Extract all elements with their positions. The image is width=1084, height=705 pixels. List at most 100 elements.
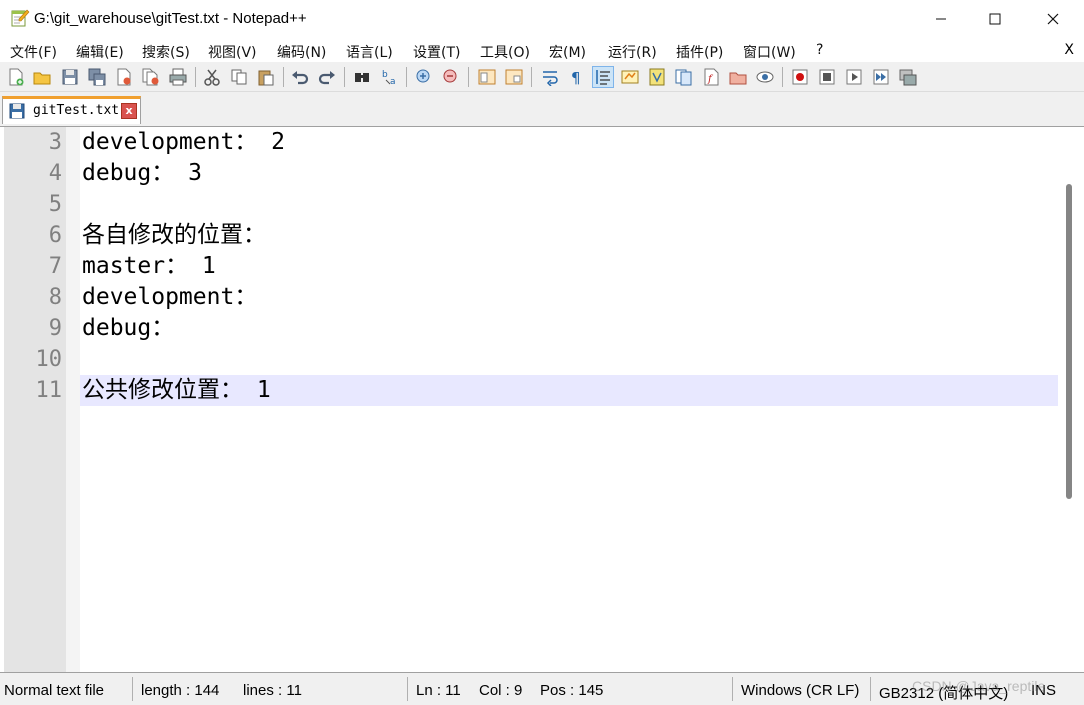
indent-guide-button[interactable] xyxy=(592,66,614,88)
new-file-icon xyxy=(9,68,24,86)
save-macro-button[interactable] xyxy=(897,66,919,88)
show-all-chars-button[interactable]: ¶ xyxy=(565,66,587,88)
user-language-button[interactable] xyxy=(619,66,641,88)
menu-file[interactable]: 文件(F) xyxy=(10,42,57,62)
sync-horizontal-icon xyxy=(505,69,523,85)
copy-button[interactable] xyxy=(228,66,250,88)
menu-edit[interactable]: 编辑(E) xyxy=(76,42,124,62)
copy-icon xyxy=(231,69,247,85)
close-file-button[interactable] xyxy=(113,66,135,88)
zoom-in-button[interactable] xyxy=(413,66,435,88)
status-file-type: Normal text file xyxy=(4,682,105,699)
document-list-button[interactable] xyxy=(673,66,695,88)
find-button[interactable] xyxy=(351,66,373,88)
code-line[interactable]: development： 2 xyxy=(80,127,1058,158)
folder-workspace-button[interactable] xyxy=(727,66,749,88)
notepad-pencil-icon xyxy=(11,9,30,27)
window-title: G:\git_warehouse\gitTest.txt - Notepad++ xyxy=(34,10,307,27)
save-icon xyxy=(62,69,78,85)
save-all-button[interactable] xyxy=(86,66,108,88)
menu-window[interactable]: 窗口(W) xyxy=(743,42,796,62)
menu-encoding[interactable]: 编码(N) xyxy=(277,42,326,62)
vertical-scrollbar[interactable] xyxy=(1058,127,1084,673)
menu-tools[interactable]: 工具(O) xyxy=(480,42,530,62)
zoom-in-icon xyxy=(416,69,430,83)
maximize-icon xyxy=(989,13,1001,25)
menu-language[interactable]: 语言(L) xyxy=(346,42,393,62)
run-macro-multiple-button[interactable] xyxy=(870,66,892,88)
folder-workspace-icon xyxy=(729,72,747,85)
code-line[interactable]: development： xyxy=(80,282,1058,313)
document-map-button[interactable] xyxy=(646,66,668,88)
document-map-icon xyxy=(649,68,665,86)
line-number: 10 xyxy=(35,347,63,372)
toolbar-separator xyxy=(406,67,407,87)
minimize-icon xyxy=(936,18,946,20)
title-bar: G:\git_warehouse\gitTest.txt - Notepad++ xyxy=(0,0,1084,38)
code-line[interactable]: debug： 3 xyxy=(80,158,1058,189)
save-button[interactable] xyxy=(59,66,81,88)
menu-search[interactable]: 搜索(S) xyxy=(142,42,190,62)
monitoring-button[interactable] xyxy=(754,66,776,88)
fast-forward-icon xyxy=(873,69,889,85)
svg-text:a: a xyxy=(390,77,396,86)
word-wrap-button[interactable] xyxy=(539,66,561,88)
record-icon xyxy=(792,69,808,85)
redo-icon xyxy=(318,71,335,85)
code-line[interactable]: debug： xyxy=(80,313,1058,344)
undo-icon xyxy=(292,71,309,85)
close-all-icon xyxy=(142,68,159,86)
play-macro-button[interactable] xyxy=(843,66,865,88)
toolbar-separator xyxy=(531,67,532,87)
print-button[interactable] xyxy=(167,66,189,88)
undo-button[interactable] xyxy=(289,66,311,88)
redo-button[interactable] xyxy=(316,66,338,88)
new-file-button[interactable] xyxy=(5,66,27,88)
text-area[interactable]: development： 2 debug： 3 各自修改的位置： master：… xyxy=(80,127,1058,673)
maximize-button[interactable] xyxy=(966,0,1024,38)
menu-run[interactable]: 运行(R) xyxy=(608,42,657,62)
code-line[interactable]: 各自修改的位置： xyxy=(80,220,1058,251)
close-window-button[interactable] xyxy=(1024,0,1082,38)
status-eol[interactable]: Windows (CR LF) xyxy=(741,682,859,699)
scroll-thumb[interactable] xyxy=(1066,184,1072,499)
current-code-line[interactable]: 公共修改位置： 1 xyxy=(80,375,1058,406)
zoom-out-button[interactable] xyxy=(440,66,462,88)
menu-view[interactable]: 视图(V) xyxy=(208,42,257,62)
toolbar-separator xyxy=(344,67,345,87)
save-macro-icon xyxy=(899,69,917,86)
paste-button[interactable] xyxy=(255,66,277,88)
status-lines: lines : 11 xyxy=(243,682,302,699)
sync-vertical-icon xyxy=(478,69,496,85)
menu-macro[interactable]: 宏(M) xyxy=(549,42,586,62)
find-icon xyxy=(355,73,369,82)
replace-button[interactable]: ba xyxy=(379,66,401,88)
tab-gittest[interactable]: gitTest.txt x xyxy=(2,96,141,124)
sync-vertical-button[interactable] xyxy=(476,66,498,88)
code-line[interactable] xyxy=(80,189,1058,220)
toolbar-separator xyxy=(283,67,284,87)
toolbar: ba ¶ f xyxy=(0,62,1084,92)
minimize-button[interactable] xyxy=(912,0,970,38)
cut-button[interactable] xyxy=(201,66,223,88)
tab-label: gitTest.txt xyxy=(33,103,120,118)
close-all-button[interactable] xyxy=(140,66,162,88)
record-macro-button[interactable] xyxy=(789,66,811,88)
code-line[interactable]: master： 1 xyxy=(80,251,1058,282)
status-position: Pos : 145 xyxy=(540,682,604,699)
code-line[interactable] xyxy=(80,344,1058,375)
stop-macro-button[interactable] xyxy=(816,66,838,88)
close-document-button[interactable]: X xyxy=(1064,42,1074,58)
saved-file-icon xyxy=(9,103,25,119)
menu-bar: 文件(F) 编辑(E) 搜索(S) 视图(V) 编码(N) 语言(L) 设置(T… xyxy=(0,38,1084,62)
sync-horizontal-button[interactable] xyxy=(503,66,525,88)
function-list-button[interactable]: f xyxy=(700,66,722,88)
menu-settings[interactable]: 设置(T) xyxy=(413,42,460,62)
menu-plugins[interactable]: 插件(P) xyxy=(676,42,723,62)
menu-help[interactable]: ? xyxy=(816,42,823,58)
tab-close-button[interactable]: x xyxy=(121,103,137,119)
status-length: length : 144 xyxy=(141,682,220,699)
fold-margin[interactable] xyxy=(66,127,80,673)
open-file-button[interactable] xyxy=(31,66,53,88)
word-wrap-icon xyxy=(543,71,558,86)
